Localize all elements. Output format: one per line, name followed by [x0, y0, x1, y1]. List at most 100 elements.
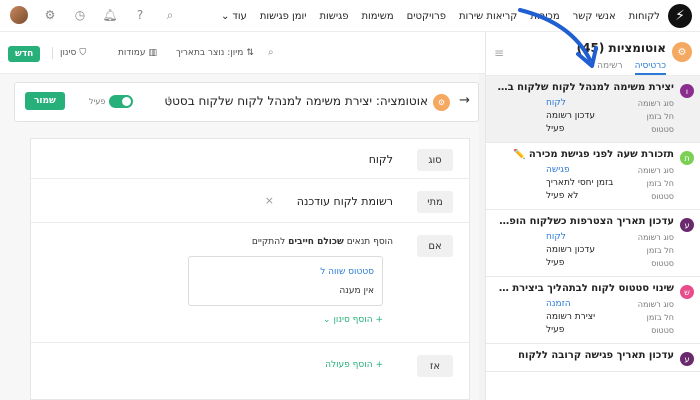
sort-button[interactable]: ⇅ מיון: נוצר בתאריך — [176, 48, 254, 58]
card-field-row: סטטוס פעיל — [496, 324, 692, 337]
active-toggle[interactable] — [109, 95, 133, 108]
search-icon[interactable]: ⌕ — [268, 47, 274, 58]
card-title: תזכורת שעה לפני פגישת מכירה ✏️ — [513, 149, 674, 160]
card-field-row: סוג רשומה לקוח — [496, 97, 692, 110]
toolbar-divider — [52, 47, 53, 59]
card-field-row: חל בזמן יצירת רשומה — [496, 311, 692, 324]
card-field-key: סטטוס — [651, 259, 674, 268]
search-icon[interactable]: ⌕ — [162, 7, 178, 23]
card-letter-icon: ת — [680, 151, 694, 165]
automations-sidebar: ⚙ אוטומציות (45) ≡ כרטיסיה רשימה ו יצירת … — [485, 32, 700, 400]
menu-icon[interactable]: ≡ — [494, 46, 504, 60]
card-field-row: סוג רשומה הזמנה — [496, 298, 692, 311]
nav-link-meetings[interactable]: פגישות — [319, 11, 348, 22]
sort-label: מיון: נוצר בתאריך — [176, 48, 244, 58]
card-field-value: לקוח — [546, 98, 566, 108]
nav-link-tasks[interactable]: משימות — [361, 11, 393, 22]
help-icon[interactable]: ? — [132, 7, 148, 23]
nav-link-service-calls[interactable]: קריאות שירות — [459, 11, 517, 22]
add-filter-button[interactable]: + הוסף סינון ⌄ — [323, 315, 383, 325]
tab-cards[interactable]: כרטיסיה — [634, 61, 666, 75]
when-pill: מתי — [417, 191, 453, 213]
clear-icon[interactable]: × — [265, 194, 274, 207]
automation-card-list: ו יצירת משימה למנהל לקוח שלקוח בסטט... סוג… — [486, 76, 700, 372]
card-field-key: סוג רשומה — [637, 300, 674, 309]
type-value[interactable]: לקוח — [369, 153, 393, 166]
card-field-value: עדכון רשומה — [546, 245, 595, 255]
type-pill: סוג — [417, 149, 453, 171]
more-options-icon[interactable]: ⋮ — [163, 94, 175, 108]
condition-box[interactable]: סטטוס שווה ל אין מענה — [188, 256, 383, 306]
card-field-value: פגישה — [546, 165, 570, 175]
nav-link-projects[interactable]: פרויקטים — [407, 11, 446, 22]
main-panel: חדש ⛉ סינון ▥ עמודות ⇅ מיון: נוצר בתאריך… — [0, 32, 485, 400]
card-field-value: עדכון רשומה — [546, 111, 595, 121]
chevron-down-icon: ⌄ — [220, 10, 230, 22]
filter-button[interactable]: ⛉ סינון — [60, 48, 86, 58]
automation-card[interactable]: ע עדכון תאריך הצטרפות כשלקוח הופך לפ... סו… — [486, 210, 700, 277]
card-title: עדכון תאריך פגישה קרובה ללקוח — [518, 350, 674, 361]
then-pill: אז — [417, 355, 453, 377]
gear-icon[interactable]: ⚙ — [42, 7, 58, 23]
card-field-key: סוג רשומה — [637, 166, 674, 175]
avatar[interactable] — [10, 6, 28, 24]
sidebar-header: ⚙ אוטומציות (45) ≡ כרטיסיה רשימה — [486, 32, 700, 76]
toolbar: חדש ⛉ סינון ▥ עמודות ⇅ מיון: נוצר בתאריך… — [0, 32, 485, 74]
new-button[interactable]: חדש — [8, 46, 41, 62]
automation-title: אוטומציה: יצירת משימה למנהל לקוח שלקוח ב… — [164, 94, 428, 108]
automation-card[interactable]: ת תזכורת שעה לפני פגישת מכירה ✏️ סוג רשומה… — [486, 143, 700, 210]
add-action-button[interactable]: + הוסף פעולה — [325, 360, 383, 370]
columns-button[interactable]: ▥ עמודות — [118, 48, 157, 58]
nav-link-customers[interactable]: לקוחות — [629, 11, 660, 22]
card-field-row: סטטוס פעיל — [496, 123, 692, 136]
view-tabs: כרטיסיה רשימה — [597, 61, 666, 75]
nav-links: לקוחות אנשי קשר מכירות קריאות שירות פרוי… — [221, 0, 660, 32]
top-icons: ⚙ ◷ 🔔︎ ? ⌕ — [10, 6, 178, 24]
card-letter-icon: ע — [680, 352, 694, 366]
nav-link-sales[interactable]: מכירות — [530, 11, 559, 22]
card-field-key: סטטוס — [651, 192, 674, 201]
plus-icon: + — [372, 315, 383, 325]
card-field-value: לקוח — [546, 232, 566, 242]
save-button[interactable]: שמור — [25, 92, 65, 110]
nav-link-contacts[interactable]: אנשי קשר — [573, 11, 616, 22]
automation-card[interactable]: ו יצירת משימה למנהל לקוח שלקוח בסטט... סוג… — [486, 76, 700, 143]
nav-more-menu[interactable]: עוד ⌄ — [221, 11, 247, 22]
card-field-row: חל בזמן עדכון רשומה — [496, 244, 692, 257]
automation-form: סוג לקוח מתי רשומת לקוח עודכנה × אם הוסף… — [30, 138, 470, 400]
automation-card[interactable]: ש שינוי סטטוס לקוח לבתהליך ביצירת הזמנ...… — [486, 277, 700, 344]
automation-card[interactable]: ע עדכון תאריך פגישה קרובה ללקוח — [486, 344, 700, 372]
card-field-key: סטטוס — [651, 125, 674, 134]
card-field-value: לא פעיל — [546, 191, 579, 201]
app-logo[interactable]: ⚡ — [668, 4, 692, 28]
card-title: עדכון תאריך הצטרפות כשלקוח הופך לפ... — [496, 216, 674, 227]
card-field-row: סוג רשומה לקוח — [496, 231, 692, 244]
when-value[interactable]: רשומת לקוח עודכנה — [297, 195, 393, 208]
condition-value[interactable]: אין מענה — [339, 286, 374, 296]
columns-icon: ▥ — [148, 48, 157, 58]
conditions-hint-bold: שכולם חייבים — [288, 237, 344, 247]
card-field-row: חל בזמן בזמן יחסי לתאריך — [496, 177, 692, 190]
bell-icon[interactable]: 🔔︎ — [102, 7, 118, 23]
card-title: יצירת משימה למנהל לקוח שלקוח בסטט... — [496, 82, 674, 93]
card-field-row: חל בזמן עדכון רשומה — [496, 110, 692, 123]
nav-link-calendar[interactable]: יומן פגישות — [260, 11, 307, 22]
card-field-value: פעיל — [546, 258, 565, 268]
card-field-key: חל בזמן — [646, 112, 674, 121]
then-section: אז + הוסף פעולה — [31, 343, 469, 393]
card-field-key: סטטוס — [651, 326, 674, 335]
sort-icon: ⇅ — [246, 48, 254, 58]
back-arrow-icon[interactable]: → — [459, 93, 470, 108]
card-title: שינוי סטטוס לקוח לבתהליך ביצירת הזמנ... — [496, 283, 674, 294]
card-field-row: סוג רשומה פגישה — [496, 164, 692, 177]
card-field-key: סוג רשומה — [637, 233, 674, 242]
filter-label: סינון — [60, 48, 77, 58]
card-field-key: חל בזמן — [646, 313, 674, 322]
if-section: אם הוסף תנאים שכולם חייבים להתקיים סטטוס… — [31, 223, 469, 343]
card-field-value: הזמנה — [546, 299, 571, 309]
filter-icon: ⛉ — [79, 48, 87, 58]
condition-field[interactable]: סטטוס שווה ל — [320, 267, 374, 277]
tab-list[interactable]: רשימה — [597, 61, 622, 75]
automation-icon: ⚙ — [672, 42, 692, 62]
clock-icon[interactable]: ◷ — [72, 7, 88, 23]
